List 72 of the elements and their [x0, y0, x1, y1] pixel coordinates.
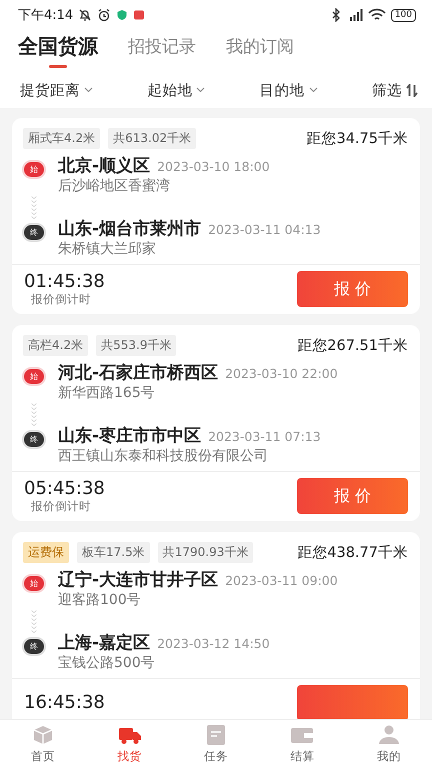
chevrons-icon	[30, 195, 38, 219]
countdown-label: 报价倒计时	[30, 292, 92, 306]
date-time: 2023-03-12 14:50	[157, 636, 270, 651]
filter-button[interactable]: 起始地	[147, 80, 206, 100]
city-name: 山东-烟台市莱州市	[58, 219, 202, 240]
quote-button[interactable]: 报 价	[297, 271, 408, 307]
countdown-label: 报价倒计时	[30, 498, 92, 514]
distance-text: 距您438.77千米	[297, 544, 408, 562]
address-text: 西王镇山东泰和科技股份有限公司	[58, 447, 269, 465]
tag: 共1790.93千米	[158, 542, 254, 562]
freight-card[interactable]: 高栏4.2米 共553.9千米 距您267.51千米 始 河北-石家庄市桥西区 2023-03-10 22:00 新华西路165号 终 山东-枣庄市市中区 2023-03-11 07:13 西王镇山东泰和科技股份有限公司 05:45:38 报价倒计时 报 价	[12, 325, 420, 521]
distance-text: 距您267.51千米	[297, 336, 408, 354]
tab[interactable]: 我的订阅	[226, 32, 294, 70]
city-name: 山东-枣庄市市中区	[58, 426, 202, 447]
tag: 运费保	[23, 542, 69, 562]
freight-card[interactable]: 厢式车4.2米 共613.02千米 距您34.75千米 始 北京-顺义区 2023-03-10 18:00 后沙峪地区香蜜湾 终 山东-烟台市莱州市 2023-03-11 04:13 朱桥镇大兰邱家 01:45:38 报价倒计时 报 价	[12, 118, 420, 314]
quote-button[interactable]	[297, 685, 408, 719]
caret-icon	[84, 87, 93, 93]
address-text: 迎客路100号	[58, 591, 142, 609]
nav-item[interactable]: 首页	[24, 720, 62, 768]
filter-button[interactable]: 筛选	[372, 80, 418, 100]
freight-card[interactable]: 运费保 板车17.5米 共1790.93千米 距您438.77千米 始 辽宁-大连市甘井子区 2023-03-11 09:00 迎客路100号 终 上海-嘉定区 2023-03-12 14:50 宝钱公路500号 16:45:38	[12, 532, 420, 719]
city-name: 辽宁-大连市甘井子区	[58, 570, 218, 591]
city-name: 北京-顺义区	[58, 156, 150, 177]
end-badge: 终	[24, 432, 44, 447]
alarm-clock-icon	[97, 8, 112, 22]
start-badge: 始	[24, 369, 44, 384]
date-time: 2023-03-11 04:13	[208, 222, 321, 237]
tag: 厢式车4.2米	[23, 128, 100, 148]
date-time: 2023-03-10 18:00	[157, 159, 270, 174]
nav-item[interactable]: 任务	[196, 720, 235, 768]
chevrons-icon	[30, 402, 38, 426]
tab[interactable]: 全国货源	[18, 32, 98, 70]
caret-icon	[308, 87, 318, 93]
wifi-icon	[368, 8, 386, 22]
bluetooth-icon	[330, 8, 342, 22]
date-time: 2023-03-10 22:00	[225, 366, 338, 381]
bell-off-icon	[78, 8, 92, 22]
filter-button[interactable]: 提货距离	[20, 80, 93, 100]
filter-button[interactable]: 目的地	[260, 80, 318, 100]
countdown-time: 16:45:38	[24, 693, 105, 713]
status-time: 下午4:14	[18, 7, 74, 24]
sort-icon	[406, 84, 418, 96]
end-badge: 终	[24, 639, 44, 654]
address-text: 朱桥镇大兰邱家	[58, 240, 157, 258]
distance-text: 距您34.75千米	[306, 130, 408, 148]
tab[interactable]: 招投记录	[128, 32, 196, 70]
end-badge: 终	[24, 225, 44, 240]
address-text: 宝钱公路500号	[58, 654, 156, 672]
shield-icon	[116, 9, 128, 21]
start-badge: 始	[24, 576, 44, 591]
app-icon	[133, 9, 146, 21]
city-name: 河北-石家庄市桥西区	[58, 363, 218, 384]
countdown-time: 01:45:38	[24, 272, 105, 292]
tag: 共613.02千米	[108, 128, 196, 148]
battery-icon: 100	[390, 8, 416, 22]
city-name: 上海-嘉定区	[58, 633, 150, 654]
nav-item[interactable]: 找货	[110, 720, 149, 768]
nav-item[interactable]: 我的	[370, 720, 408, 768]
chevrons-icon	[30, 609, 38, 633]
address-text: 新华西路165号	[58, 384, 156, 402]
quote-button[interactable]: 报 价	[297, 478, 408, 514]
countdown-time: 05:45:38	[24, 478, 105, 498]
address-text: 后沙峪地区香蜜湾	[58, 177, 171, 195]
caret-icon	[196, 87, 206, 93]
tag: 板车17.5米	[77, 542, 150, 562]
nav-item[interactable]: 结算	[283, 720, 322, 768]
tag: 高栏4.2米	[23, 334, 88, 356]
date-time: 2023-03-11 09:00	[225, 573, 338, 588]
start-badge: 始	[24, 162, 44, 177]
date-time: 2023-03-11 07:13	[208, 429, 321, 444]
tag: 共553.9千米	[96, 334, 176, 356]
